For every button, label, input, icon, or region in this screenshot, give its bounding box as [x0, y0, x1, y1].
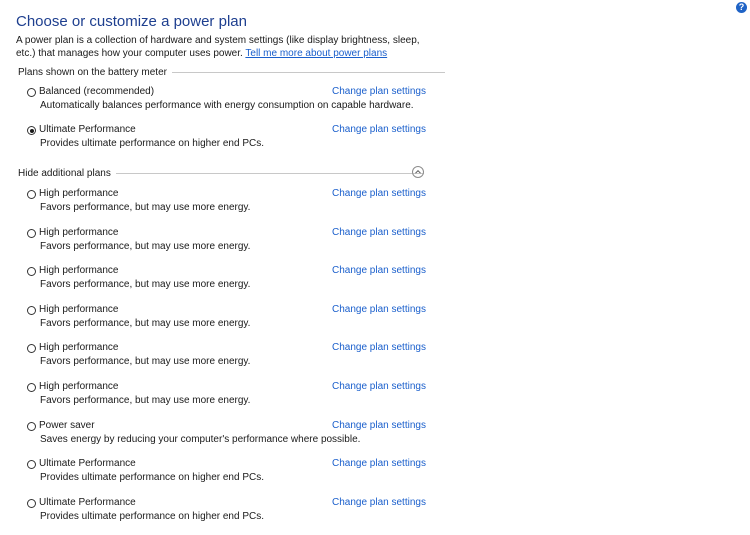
plan-name[interactable]: High performance — [39, 381, 118, 392]
power-plan-row: Balanced (recommended) Automatically bala… — [27, 86, 427, 118]
plan-radio-button[interactable] — [27, 228, 36, 238]
plan-name[interactable]: High performance — [39, 265, 118, 276]
change-plan-settings-link[interactable]: Change plan settings — [332, 124, 426, 135]
help-icon[interactable]: ? — [736, 2, 747, 13]
change-plan-settings-link[interactable]: Change plan settings — [332, 304, 426, 315]
page-title: Choose or customize a power plan — [16, 13, 247, 30]
intro-text: A power plan is a collection of hardware… — [16, 35, 436, 60]
change-plan-settings-link[interactable]: Change plan settings — [332, 458, 426, 469]
plan-description: Favors performance, but may use more ene… — [40, 240, 251, 252]
battery-meter-section-header: Plans shown on the battery meter — [18, 67, 445, 78]
plan-radio-button[interactable] — [27, 190, 36, 199]
plan-description: Favors performance, but may use more ene… — [40, 279, 251, 291]
power-plan-row: High performance Favors performance, but … — [27, 381, 427, 413]
section-divider — [115, 173, 424, 174]
plan-radio-button[interactable] — [27, 88, 36, 97]
plan-description: Provides ultimate performance on higher … — [40, 472, 265, 484]
plan-radio-button[interactable] — [27, 383, 36, 392]
plan-description: Provides ultimate performance on higher … — [40, 510, 265, 522]
plan-name[interactable]: Ultimate Performance — [39, 497, 136, 508]
change-plan-settings-link[interactable]: Change plan settings — [332, 497, 426, 508]
plan-name[interactable]: Power saver — [39, 420, 95, 431]
plan-name[interactable]: Balanced (recommended) — [39, 86, 154, 97]
plan-name[interactable]: Ultimate Performance — [39, 124, 136, 135]
power-plan-row: High performance Favors performance, but … — [27, 265, 427, 297]
plan-description: Saves energy by reducing your computer's… — [40, 433, 361, 445]
change-plan-settings-link[interactable]: Change plan settings — [332, 265, 426, 276]
hide-additional-plans-label[interactable]: Hide additional plans — [18, 168, 111, 179]
power-plan-row: Ultimate Performance Provides ultimate pe… — [27, 124, 427, 156]
plan-name[interactable]: High performance — [39, 227, 118, 238]
plan-name[interactable]: High performance — [39, 188, 118, 199]
plan-radio-button[interactable] — [27, 421, 36, 431]
plan-radio-button[interactable] — [27, 126, 36, 135]
power-plan-row: High performance Favors performance, but … — [27, 188, 427, 220]
plan-radio-button[interactable] — [27, 460, 36, 470]
power-plan-row: Ultimate Performance Provides ultimate pe… — [27, 497, 427, 529]
plan-name[interactable]: High performance — [39, 304, 118, 315]
change-plan-settings-link[interactable]: Change plan settings — [332, 420, 426, 431]
plan-radio-button[interactable] — [27, 498, 36, 508]
plan-name[interactable]: Ultimate Performance — [39, 458, 136, 469]
change-plan-settings-link[interactable]: Change plan settings — [332, 342, 426, 353]
section-divider — [171, 72, 445, 73]
change-plan-settings-link[interactable]: Change plan settings — [332, 381, 426, 392]
power-plan-row: Ultimate Performance Provides ultimate pe… — [27, 458, 427, 490]
power-plan-row: Power saver Saves energy by reducing your… — [27, 420, 427, 452]
chevron-up-icon[interactable] — [412, 166, 424, 178]
plan-radio-button[interactable] — [27, 267, 36, 277]
plan-description: Favors performance, but may use more ene… — [40, 395, 251, 406]
plan-description: Automatically balances performance with … — [40, 100, 414, 111]
plan-name[interactable]: High performance — [39, 342, 118, 353]
power-plan-row: High performance Favors performance, but … — [27, 342, 427, 374]
plan-description: Favors performance, but may use more ene… — [40, 202, 251, 213]
learn-more-link[interactable]: Tell me more about power plans — [245, 48, 387, 59]
plan-radio-button[interactable] — [27, 305, 36, 315]
additional-plans-section-header[interactable]: Hide additional plans — [18, 168, 424, 179]
plan-description: Favors performance, but may use more ene… — [40, 317, 251, 329]
power-plan-row: High performance Favors performance, but … — [27, 304, 427, 336]
plan-radio-button[interactable] — [27, 344, 36, 354]
plan-description: Favors performance, but may use more ene… — [40, 356, 251, 368]
change-plan-settings-link[interactable]: Change plan settings — [332, 227, 426, 238]
plan-description: Provides ultimate performance on higher … — [40, 138, 265, 149]
battery-meter-section-label: Plans shown on the battery meter — [18, 67, 167, 78]
change-plan-settings-link[interactable]: Change plan settings — [332, 188, 426, 199]
change-plan-settings-link[interactable]: Change plan settings — [332, 86, 426, 97]
power-plan-row: High performance Favors performance, but … — [27, 227, 427, 259]
